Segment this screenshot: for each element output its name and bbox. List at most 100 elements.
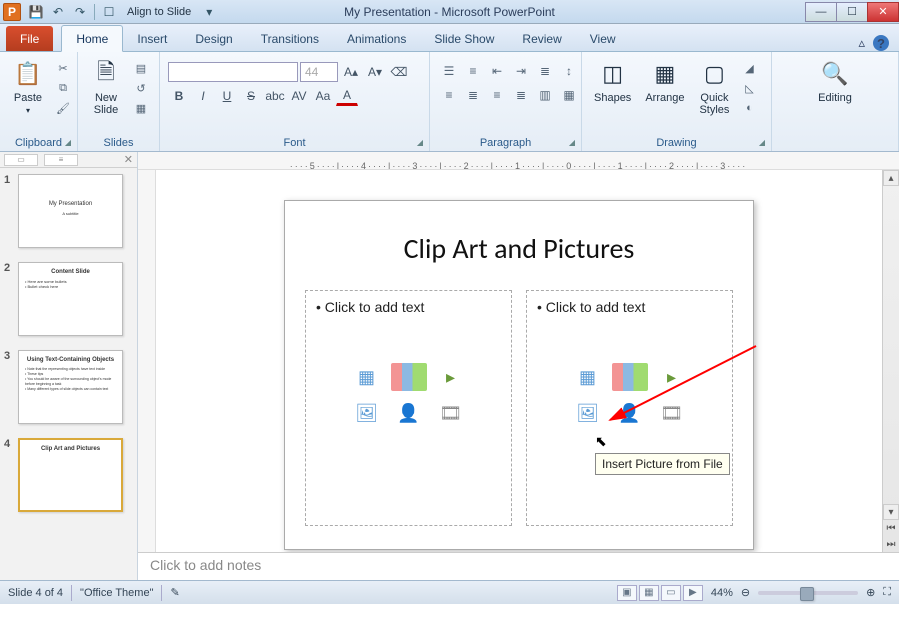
- change-case-icon[interactable]: Aa: [312, 86, 334, 106]
- editing-button[interactable]: 🔍 Editing: [814, 56, 856, 106]
- insert-smartart-icon[interactable]: ▸: [433, 363, 469, 391]
- reading-view-icon[interactable]: ▭: [661, 585, 681, 601]
- insert-clipart-icon[interactable]: 👤: [391, 399, 427, 427]
- decrease-indent-icon[interactable]: ⇤: [486, 62, 508, 80]
- quick-styles-button[interactable]: ▢ Quick Styles: [694, 56, 734, 118]
- tab-design[interactable]: Design: [181, 26, 246, 51]
- slide-thumbnail[interactable]: Using Text-Containing Objects • Note tha…: [18, 350, 123, 424]
- decrease-font-icon[interactable]: A▾: [364, 62, 386, 82]
- align-left-icon[interactable]: ≡: [438, 86, 460, 104]
- new-slide-button[interactable]: 🗎 New Slide: [86, 56, 126, 118]
- justify-icon[interactable]: ≣: [510, 86, 532, 104]
- insert-chart-icon[interactable]: [391, 363, 427, 391]
- underline-button[interactable]: U: [216, 86, 238, 106]
- shapes-button[interactable]: ◫ Shapes: [590, 56, 635, 106]
- numbering-icon[interactable]: ≡: [462, 62, 484, 80]
- copy-icon[interactable]: ⧉: [54, 80, 72, 96]
- align-center-icon[interactable]: ≣: [462, 86, 484, 104]
- content-placeholder-left[interactable]: Click to add text ▦ ▸ 🖼 👤 🎞: [305, 290, 512, 526]
- minimize-ribbon-icon[interactable]: ▵: [858, 35, 865, 51]
- dialog-launcher-icon[interactable]: ◢: [759, 138, 765, 147]
- slides-tab-icon[interactable]: ▭: [4, 154, 38, 166]
- thumb-row-4[interactable]: 4 Clip Art and Pictures: [4, 438, 133, 512]
- tab-transitions[interactable]: Transitions: [247, 26, 333, 51]
- line-spacing-icon[interactable]: ≣: [534, 62, 556, 80]
- checkbox-icon[interactable]: ☐: [101, 4, 117, 20]
- minimize-button[interactable]: —: [805, 2, 837, 22]
- zoom-in-icon[interactable]: ⊕: [866, 586, 875, 599]
- scroll-down-icon[interactable]: ▾: [883, 504, 899, 520]
- scroll-up-icon[interactable]: ▴: [883, 170, 899, 186]
- thumb-row-1[interactable]: 1 My Presentation A subtitle: [4, 174, 133, 248]
- font-size-selector[interactable]: 44: [300, 62, 338, 82]
- save-icon[interactable]: 💾: [28, 4, 44, 20]
- format-painter-icon[interactable]: 🖌: [54, 100, 72, 116]
- strikethrough-button[interactable]: S: [240, 86, 262, 106]
- tab-view[interactable]: View: [576, 26, 630, 51]
- spellcheck-icon[interactable]: ✎: [170, 586, 179, 599]
- cut-icon[interactable]: ✂: [54, 60, 72, 76]
- font-name-selector[interactable]: [168, 62, 298, 82]
- reset-icon[interactable]: ↺: [132, 80, 150, 96]
- thumb-row-2[interactable]: 2 Content Slide • Here are some bullets …: [4, 262, 133, 336]
- notes-pane[interactable]: Click to add notes: [138, 552, 899, 580]
- help-icon[interactable]: ?: [873, 35, 889, 51]
- sorter-view-icon[interactable]: ▦: [639, 585, 659, 601]
- tab-animations[interactable]: Animations: [333, 26, 420, 51]
- align-right-icon[interactable]: ≡: [486, 86, 508, 104]
- zoom-out-icon[interactable]: ⊖: [741, 586, 750, 599]
- shadow-button[interactable]: abc: [264, 86, 286, 106]
- convert-smartart-icon[interactable]: ▦: [558, 86, 580, 104]
- font-color-icon[interactable]: A: [336, 86, 358, 106]
- insert-smartart-icon[interactable]: ▸: [654, 363, 690, 391]
- insert-clipart-icon[interactable]: 👤: [612, 399, 648, 427]
- section-icon[interactable]: ▦: [132, 100, 150, 116]
- vertical-scrollbar[interactable]: ▴ ▾ ⏮ ⏭: [882, 170, 899, 552]
- slide-thumbnail[interactable]: My Presentation A subtitle: [18, 174, 123, 248]
- insert-media-icon[interactable]: 🎞: [654, 399, 690, 427]
- redo-icon[interactable]: ↷: [72, 4, 88, 20]
- insert-table-icon[interactable]: ▦: [349, 363, 385, 391]
- layout-icon[interactable]: ▤: [132, 60, 150, 76]
- normal-view-icon[interactable]: ▣: [617, 585, 637, 601]
- outline-tab-icon[interactable]: ≡: [44, 154, 78, 166]
- tab-home[interactable]: Home: [61, 25, 123, 52]
- align-to-slide-label[interactable]: Align to Slide: [123, 6, 195, 18]
- insert-media-icon[interactable]: 🎞: [433, 399, 469, 427]
- slide-canvas[interactable]: Clip Art and Pictures Click to add text …: [156, 170, 882, 552]
- close-button[interactable]: ✕: [867, 2, 899, 22]
- prev-slide-icon[interactable]: ⏮: [883, 520, 899, 536]
- insert-picture-icon[interactable]: 🖼: [349, 399, 385, 427]
- arrange-button[interactable]: ▦ Arrange: [641, 56, 688, 106]
- next-slide-icon[interactable]: ⏭: [883, 536, 899, 552]
- tab-insert[interactable]: Insert: [123, 26, 181, 51]
- slide-thumbnail[interactable]: Content Slide • Here are some bullets • …: [18, 262, 123, 336]
- increase-font-icon[interactable]: A▴: [340, 62, 362, 82]
- tab-slide-show[interactable]: Slide Show: [420, 26, 508, 51]
- slideshow-view-icon[interactable]: ▶: [683, 585, 703, 601]
- insert-picture-icon[interactable]: 🖼: [570, 399, 606, 427]
- insert-table-icon[interactable]: ▦: [570, 363, 606, 391]
- insert-chart-icon[interactable]: [612, 363, 648, 391]
- dialog-launcher-icon[interactable]: ◢: [417, 138, 423, 147]
- tab-review[interactable]: Review: [508, 26, 575, 51]
- content-placeholder-right[interactable]: Click to add text ▦ ▸ 🖼 👤 🎞 ⬉ Insert Pic…: [526, 290, 733, 526]
- bold-button[interactable]: B: [168, 86, 190, 106]
- increase-indent-icon[interactable]: ⇥: [510, 62, 532, 80]
- fit-to-window-icon[interactable]: ⛶: [883, 586, 891, 599]
- slide-title[interactable]: Clip Art and Pictures: [305, 231, 733, 266]
- dialog-launcher-icon[interactable]: ◢: [65, 138, 71, 147]
- shape-effects-icon[interactable]: ◐: [740, 100, 758, 116]
- undo-icon[interactable]: ↶: [50, 4, 66, 20]
- close-panel-icon[interactable]: ✕: [124, 153, 133, 166]
- text-direction-icon[interactable]: ↕: [558, 62, 580, 80]
- bullets-icon[interactable]: ☰: [438, 62, 460, 80]
- thumb-row-3[interactable]: 3 Using Text-Containing Objects • Note t…: [4, 350, 133, 424]
- shape-fill-icon[interactable]: ◢: [740, 60, 758, 76]
- dialog-launcher-icon[interactable]: ◢: [569, 138, 575, 147]
- paste-button[interactable]: 📋 Paste ▾: [8, 56, 48, 117]
- qat-dropdown-icon[interactable]: ▾: [201, 4, 217, 20]
- slide-thumbnail-selected[interactable]: Clip Art and Pictures: [18, 438, 123, 512]
- zoom-slider[interactable]: [758, 591, 858, 595]
- zoom-percent[interactable]: 44%: [711, 587, 733, 599]
